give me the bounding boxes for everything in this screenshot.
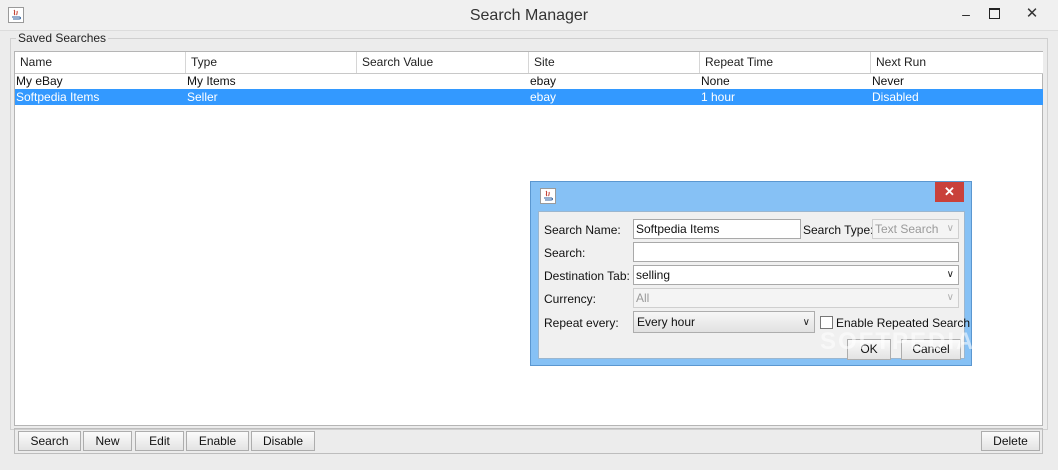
search-type-label: Search Type: [803, 223, 874, 237]
cell-next-run: Never [872, 74, 905, 88]
action-button-bar: Search New Edit Enable Disable Delete [14, 428, 1043, 454]
minimize-button[interactable]: – [952, 0, 980, 28]
saved-searches-label: Saved Searches [16, 31, 109, 45]
search-label: Search: [544, 246, 586, 260]
currency-value: All [636, 291, 650, 305]
edit-button[interactable]: Edit [135, 431, 184, 451]
repeat-every-value: Every hour [637, 315, 696, 329]
repeat-every-select[interactable]: Every hour ∨ [633, 311, 815, 333]
cell-search-value [357, 89, 358, 105]
softpedia-watermark: SOFTPEDIA [820, 328, 976, 355]
column-header-name[interactable]: Name [15, 52, 186, 73]
cell-name: Softpedia Items [16, 90, 100, 104]
cell-search-value [357, 73, 358, 89]
cell-next-run: Disabled [872, 90, 919, 104]
cell-site: ebay [530, 74, 557, 88]
column-header-repeat-time[interactable]: Repeat Time [700, 52, 871, 73]
column-header-type[interactable]: Type [186, 52, 357, 73]
close-button[interactable]: ✕ [1012, 0, 1052, 28]
column-header-site[interactable]: Site [529, 52, 700, 73]
column-header-next-run[interactable]: Next Run [871, 52, 1043, 73]
search-type-select[interactable]: Text Search ∨ [872, 219, 959, 239]
chevron-down-icon: ∨ [946, 223, 954, 234]
new-button[interactable]: New [83, 431, 132, 451]
search-name-field[interactable]: Softpedia Items [633, 219, 801, 239]
maximize-button[interactable] [980, 0, 1008, 28]
disable-button[interactable]: Disable [251, 431, 315, 451]
search-button[interactable]: Search [18, 431, 81, 451]
close-icon: ✕ [944, 184, 955, 199]
destination-tab-label: Destination Tab: [544, 269, 630, 283]
window-title: Search Manager [469, 7, 589, 24]
destination-tab-value: selling [636, 268, 671, 282]
search-type-value: Text Search [875, 222, 939, 236]
currency-select[interactable]: All ∨ [633, 288, 959, 308]
search-field[interactable] [633, 242, 959, 262]
enable-button[interactable]: Enable [186, 431, 249, 451]
cell-site: ebay [530, 90, 557, 104]
close-icon: ✕ [1025, 5, 1039, 22]
chevron-down-icon: ∨ [946, 292, 954, 303]
cell-type: My Items [187, 74, 236, 88]
table-row[interactable]: My eBay My Items ebay None Never [15, 73, 1043, 89]
table-row-selected[interactable]: Softpedia Items Seller ebay 1 hour Disab… [15, 89, 1043, 105]
column-header-search-value[interactable]: Search Value [357, 52, 529, 73]
cell-repeat-time: None [701, 74, 730, 88]
search-name-label: Search Name: [544, 223, 621, 237]
repeat-every-label: Repeat every: [544, 316, 619, 330]
window-titlebar: Search Manager – ✕ [0, 0, 1058, 31]
cell-repeat-time: 1 hour [701, 90, 736, 104]
currency-label: Currency: [544, 292, 597, 306]
chevron-down-icon: ∨ [802, 317, 810, 328]
maximize-icon [988, 8, 1000, 20]
destination-tab-select[interactable]: selling ∨ [633, 265, 959, 285]
table-header: Name Type Search Value Site Repeat Time … [15, 52, 1043, 74]
cell-type: Seller [187, 90, 218, 104]
dialog-close-button[interactable]: ✕ [935, 182, 964, 202]
chevron-down-icon: ∨ [946, 269, 954, 280]
delete-button[interactable]: Delete [981, 431, 1040, 451]
minimize-icon: – [962, 6, 970, 22]
java-app-icon[interactable] [540, 188, 556, 204]
cell-name: My eBay [16, 74, 63, 88]
